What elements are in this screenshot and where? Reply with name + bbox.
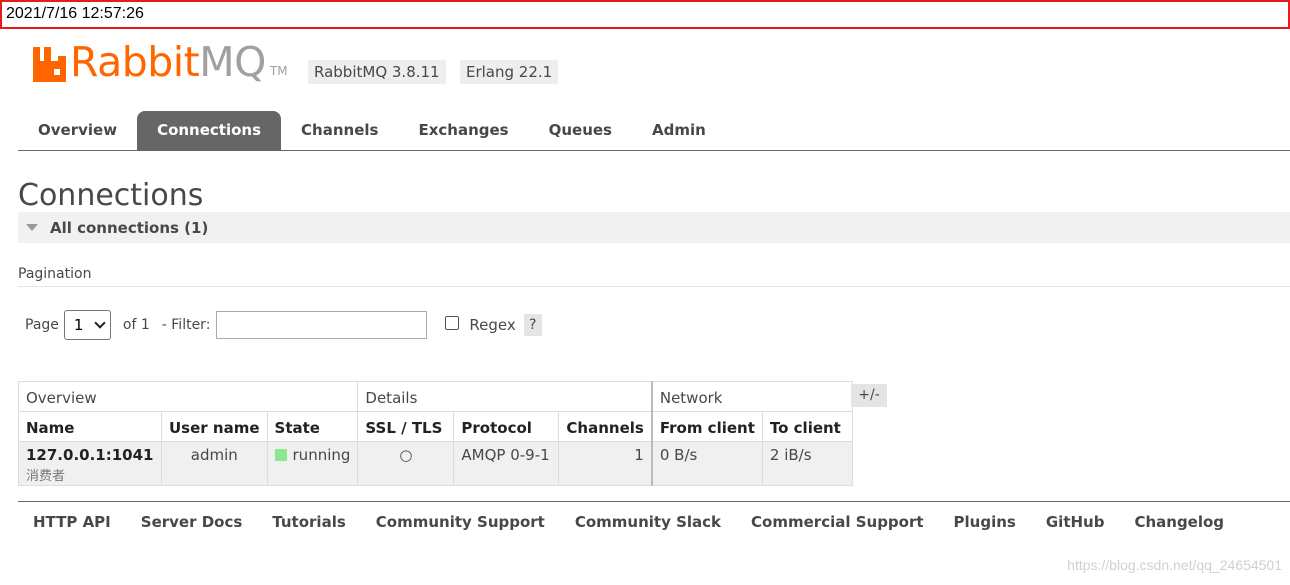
- group-header-details: Details: [357, 381, 653, 412]
- state-indicator-icon: [274, 449, 287, 461]
- cell-user-name: admin: [161, 441, 268, 486]
- pager-controls: Page 1 of 1 - Filter: Regex ?: [25, 309, 542, 341]
- cell-channels: 1: [558, 441, 653, 486]
- page-select[interactable]: 1: [63, 310, 111, 340]
- cell-ssl-tls: ○: [357, 441, 455, 486]
- cell-protocol: AMQP 0-9-1: [453, 441, 560, 486]
- filter-label: - Filter:: [161, 317, 211, 333]
- logo-word-mq: MQ: [199, 38, 266, 86]
- tab-overview[interactable]: Overview: [18, 111, 137, 150]
- footer-link-community-support[interactable]: Community Support: [376, 513, 545, 531]
- all-connections-section-toggle[interactable]: All connections (1): [18, 212, 1290, 243]
- column-toggle-button[interactable]: +/-: [851, 384, 887, 407]
- tab-admin[interactable]: Admin: [632, 111, 726, 150]
- column-header-protocol[interactable]: Protocol: [453, 411, 560, 442]
- regex-label: Regex: [469, 316, 516, 334]
- column-header-from-client[interactable]: From client: [650, 411, 763, 442]
- collapse-triangle-icon: [26, 224, 38, 231]
- page-select-value: 1: [73, 316, 84, 334]
- footer-link-server-docs[interactable]: Server Docs: [141, 513, 243, 531]
- column-header-ssl-tls[interactable]: SSL / TLS: [357, 411, 455, 442]
- page-label: Page: [25, 317, 59, 333]
- section-label: All connections (1): [50, 218, 209, 237]
- footer-link-http-api[interactable]: HTTP API: [33, 513, 111, 531]
- page-title: Connections: [18, 178, 204, 213]
- footer-link-plugins[interactable]: Plugins: [954, 513, 1016, 531]
- group-header-overview: Overview: [17, 381, 359, 412]
- tab-channels[interactable]: Channels: [281, 111, 398, 150]
- column-header-name[interactable]: Name: [18, 411, 162, 442]
- tab-queues[interactable]: Queues: [529, 111, 632, 150]
- logo-trademark: TM: [269, 64, 288, 78]
- pagination-divider: [18, 286, 1290, 287]
- connections-table: Overview Details Network Name User name …: [17, 381, 853, 486]
- column-header-user-name[interactable]: User name: [161, 411, 268, 442]
- regex-option: Regex ?: [445, 314, 542, 336]
- cell-to-client: 2 iB/s: [761, 441, 853, 486]
- erlang-version-badge: Erlang 22.1: [460, 60, 559, 84]
- cell-name[interactable]: 127.0.0.1:1041 消费者: [18, 441, 162, 486]
- main-tabs: Overview Connections Channels Exchanges …: [18, 111, 1290, 151]
- column-header-to-client[interactable]: To client: [761, 411, 853, 442]
- footer-divider: [18, 501, 1290, 502]
- column-header-channels[interactable]: Channels: [558, 411, 653, 442]
- cell-state: running: [266, 441, 359, 486]
- logo-word-rabbit: Rabbit: [70, 38, 200, 86]
- footer-link-community-slack[interactable]: Community Slack: [575, 513, 721, 531]
- rabbit-logo-icon: [33, 47, 66, 82]
- footer-link-github[interactable]: GitHub: [1046, 513, 1105, 531]
- logo-wordmark: RabbitMQ: [70, 42, 266, 83]
- connection-client-name: 消费者: [26, 469, 66, 484]
- regex-checkbox[interactable]: [445, 316, 460, 330]
- state-label: running: [292, 446, 351, 464]
- regex-help-button[interactable]: ?: [523, 314, 542, 336]
- pagination-heading: Pagination: [18, 266, 92, 282]
- group-header-network: Network: [650, 381, 853, 412]
- tab-exchanges[interactable]: Exchanges: [398, 111, 528, 150]
- footer-links: HTTP API Server Docs Tutorials Community…: [33, 513, 1254, 531]
- column-header-state[interactable]: State: [266, 411, 359, 442]
- rabbitmq-version-badge: RabbitMQ 3.8.11: [308, 60, 446, 84]
- footer-link-tutorials[interactable]: Tutorials: [272, 513, 345, 531]
- footer-link-commercial-support[interactable]: Commercial Support: [751, 513, 924, 531]
- rabbitmq-logo[interactable]: RabbitMQ TM: [33, 38, 288, 83]
- footer-link-changelog[interactable]: Changelog: [1134, 513, 1224, 531]
- connection-link[interactable]: 127.0.0.1:1041: [26, 446, 154, 464]
- chevron-down-icon: [94, 317, 106, 329]
- table-row: 127.0.0.1:1041 消费者 admin running ○ AMQP …: [18, 441, 853, 486]
- cell-from-client: 0 B/s: [650, 441, 763, 486]
- page-count-label: of 1: [122, 317, 150, 333]
- tab-connections[interactable]: Connections: [137, 111, 282, 150]
- watermark: https://blog.csdn.net/qq_24654501: [1067, 557, 1282, 573]
- timestamp-bar: 2021/7/16 12:57:26: [0, 0, 1290, 29]
- filter-input[interactable]: [216, 311, 428, 339]
